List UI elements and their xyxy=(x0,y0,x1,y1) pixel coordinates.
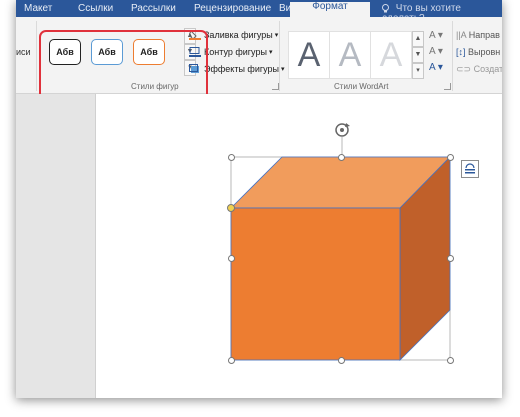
cube-shape[interactable] xyxy=(16,0,502,398)
resize-handle-bottom[interactable] xyxy=(338,357,345,364)
resize-handle-top[interactable] xyxy=(338,154,345,161)
resize-handle-bottom-left[interactable] xyxy=(228,357,235,364)
cube-front-face xyxy=(230,207,401,361)
layout-options-icon xyxy=(465,163,475,174)
resize-handle-bottom-right[interactable] xyxy=(447,357,454,364)
rotate-handle-icon[interactable] xyxy=(335,123,350,137)
word-window: Макет Ссылки Рассылки Рецензирование Вид… xyxy=(16,0,502,398)
layout-options-button[interactable] xyxy=(461,160,479,178)
resize-handle-top-right[interactable] xyxy=(447,154,454,161)
resize-handle-left[interactable] xyxy=(228,255,235,262)
resize-handle-top-left[interactable] xyxy=(228,154,235,161)
resize-handle-right[interactable] xyxy=(447,255,454,262)
adjust-handle[interactable] xyxy=(227,204,235,212)
